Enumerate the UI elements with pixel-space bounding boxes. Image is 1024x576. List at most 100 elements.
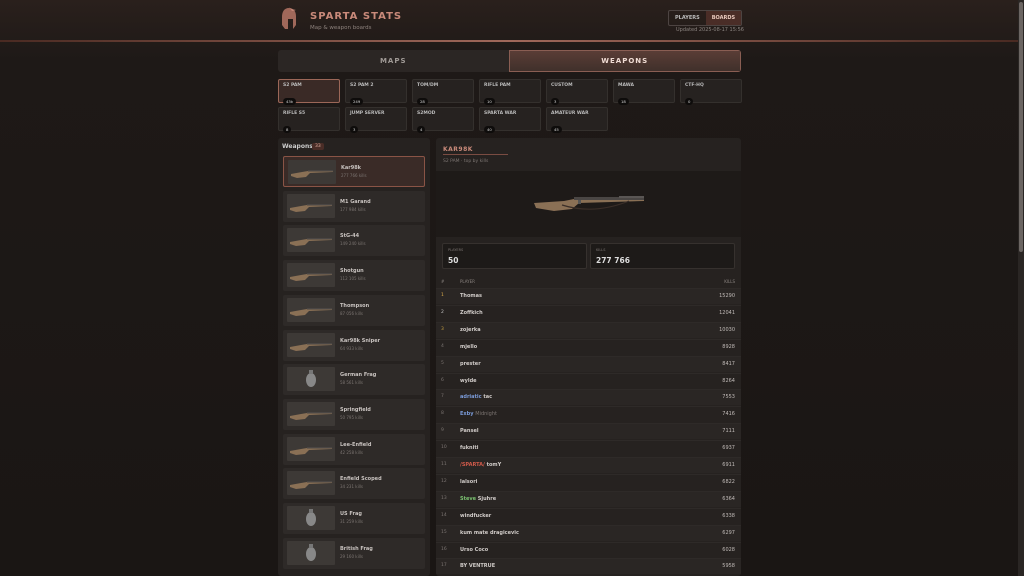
player-name[interactable]: windfucker	[460, 513, 491, 519]
player-name[interactable]: Steve Sjuhre	[460, 496, 496, 502]
weapon-kills: 29 160 kills	[340, 553, 364, 559]
player-name[interactable]: mjello	[460, 344, 477, 350]
player-kills: 8928	[722, 343, 735, 350]
brand-subtitle: Map & weapon boards	[310, 25, 372, 31]
server-card[interactable]: JUMP SERVER 3	[345, 107, 407, 133]
leaderboard-header: # PLAYER KILLS	[436, 277, 741, 287]
weapon-thumbnail	[287, 367, 335, 392]
player-name[interactable]: Exby Midnight	[460, 411, 497, 417]
leaderboard-row[interactable]: 1 Thomas 15290	[436, 288, 741, 304]
server-card[interactable]: TOM/DM 28	[412, 79, 474, 105]
player-name[interactable]: fukniti	[460, 445, 478, 451]
server-name: JUMP SERVER	[350, 111, 385, 116]
stat-kills: KILLS 277 766	[590, 243, 735, 269]
tab-maps[interactable]: MAPS	[278, 50, 509, 72]
stat-players-value: 50	[448, 256, 459, 265]
spartan-helmet-icon	[282, 7, 296, 29]
player-name[interactable]: Thomas	[460, 293, 482, 299]
player-rank: 1	[441, 293, 444, 298]
server-card[interactable]: SPARTA WAR 40	[479, 107, 541, 133]
weapon-list-item[interactable]: M1 Garand 177 984 kills	[283, 190, 425, 222]
server-card[interactable]: MAWA 18	[613, 79, 675, 105]
weapon-kills: 31 259 kills	[340, 519, 364, 524]
weapon-list-item[interactable]: US Frag 31 259 kills	[283, 503, 425, 534]
leaderboard-row[interactable]: 9 Pansel 7111	[436, 423, 741, 440]
weapon-kills: 277 766 kills	[341, 173, 367, 178]
player-clan-tag: adriatic	[460, 394, 482, 401]
player-rank: 9	[441, 428, 444, 434]
player-nick: tac	[483, 394, 493, 401]
player-name[interactable]: Urso Coco	[460, 547, 488, 553]
player-name[interactable]: kum mate dragicevic	[460, 530, 519, 536]
weapon-name: German Frag	[340, 372, 377, 379]
weapon-list-item[interactable]: Shotgun 112 105 kills	[283, 260, 425, 292]
weapon-subtitle: S2 PAM · top by kills	[443, 159, 489, 164]
leaderboard-row[interactable]: 5 prester 8417	[436, 355, 741, 372]
player-nick: Zoffkich	[460, 309, 483, 316]
nav-boards[interactable]: BOARDS	[705, 11, 742, 25]
weapon-thumbnail	[287, 228, 335, 253]
player-name[interactable]: /SPARTA/ tomY	[460, 462, 501, 468]
leaderboard-row[interactable]: 15 kum mate dragicevic 6297	[436, 524, 741, 541]
player-kills: 15290	[719, 293, 735, 299]
server-card[interactable]: CUSTOM 3	[546, 79, 608, 105]
weapon-thumbnail	[287, 540, 335, 565]
leaderboard-row[interactable]: 14 windfucker 6338	[436, 507, 741, 524]
scrollbar-thumb[interactable]	[1019, 2, 1023, 252]
weapon-list-item[interactable]: Kar98k 277 766 kills	[283, 156, 425, 187]
col-player: PLAYER	[460, 279, 475, 284]
weapon-name: British Frag	[340, 545, 373, 552]
player-name[interactable]: prester	[460, 361, 481, 367]
server-card[interactable]: S2 PAM 2 249	[345, 79, 407, 105]
weapon-list-item[interactable]: Thompson 87 056 kills	[283, 294, 425, 326]
weapon-list-item[interactable]: Kar98k Sniper 64 933 kills	[283, 329, 425, 361]
server-card[interactable]: CTF-HQ 0	[680, 79, 742, 105]
weapon-kills: 177 984 kills	[340, 206, 366, 212]
player-name[interactable]: lalsori	[460, 479, 477, 485]
server-card[interactable]: AMATEUR WAR 45	[546, 107, 608, 133]
player-name[interactable]: BY VENTRUE	[460, 563, 495, 569]
player-kills: 6364	[722, 495, 735, 502]
server-card[interactable]: RIFLE PAM 10	[479, 79, 541, 105]
leaderboard-row[interactable]: 4 mjello 8928	[436, 338, 741, 355]
player-name[interactable]: Zoffkich	[460, 310, 483, 316]
player-name[interactable]: Pansel	[460, 428, 479, 434]
tab-weapons[interactable]: WEAPONS	[508, 50, 741, 72]
weapon-list-item[interactable]: British Frag 29 160 kills	[283, 537, 425, 569]
player-nick: Midnight	[475, 411, 497, 418]
leaderboard-row[interactable]: 16 Urso Coco 6028	[436, 541, 741, 558]
weapon-list-item[interactable]: Lee-Enfield 42 258 kills	[283, 433, 425, 465]
page-scrollbar[interactable]	[1018, 0, 1024, 576]
weapon-kills: 149 240 kills	[340, 241, 366, 247]
leaderboard-row[interactable]: 11 /SPARTA/ tomY 6911	[436, 457, 741, 473]
player-kills: 6297	[722, 529, 735, 536]
weapon-list-item[interactable]: German Frag 58 561 kills	[283, 364, 425, 396]
player-name[interactable]: adriatic tac	[460, 394, 492, 400]
leaderboard-row[interactable]: 10 fukniti 6937	[436, 440, 741, 457]
leaderboard-row[interactable]: 13 Steve Sjuhre 6364	[436, 490, 741, 507]
weapon-list-item[interactable]: Enfield Scoped 34 231 kills	[283, 468, 425, 500]
top-header: SPARTA STATS Map & weapon boards PLAYERS…	[0, 0, 1024, 42]
leaderboard-row[interactable]: 7 adriatic tac 7553	[436, 389, 741, 406]
player-rank: 16	[441, 546, 447, 552]
header-divider	[0, 40, 1018, 42]
player-name[interactable]: zojerka	[460, 327, 481, 333]
weapon-name: M1 Garand	[340, 198, 371, 205]
server-card[interactable]: S2 PAM 43k	[278, 79, 340, 105]
leaderboard-row[interactable]: 3 zojerka 10030	[436, 321, 741, 338]
player-nick: BY VENTRUE	[460, 563, 496, 570]
leaderboard-row[interactable]: 17 BY VENTRUE 5958	[436, 558, 741, 575]
server-count-badge: 45	[551, 126, 562, 133]
leaderboard-row[interactable]: 2 Zoffkich 12041	[436, 304, 741, 321]
server-card[interactable]: RIFLE S5 8	[278, 107, 340, 133]
weapon-list-item[interactable]: Springfield 50 795 kills	[283, 398, 425, 430]
leaderboard-row[interactable]: 8 Exby Midnight 7416	[436, 406, 741, 423]
player-name[interactable]: wylde	[460, 378, 477, 384]
weapon-list-item[interactable]: StG-44 149 240 kills	[283, 225, 425, 257]
server-name: AMATEUR WAR	[551, 111, 589, 116]
server-card[interactable]: S2MOD 4	[412, 107, 474, 133]
leaderboard-row[interactable]: 12 lalsori 6822	[436, 473, 741, 490]
leaderboard-row[interactable]: 6 wylde 8264	[436, 372, 741, 389]
brand-title: SPARTA STATS	[310, 11, 403, 22]
nav-players[interactable]: PLAYERS	[669, 11, 706, 25]
